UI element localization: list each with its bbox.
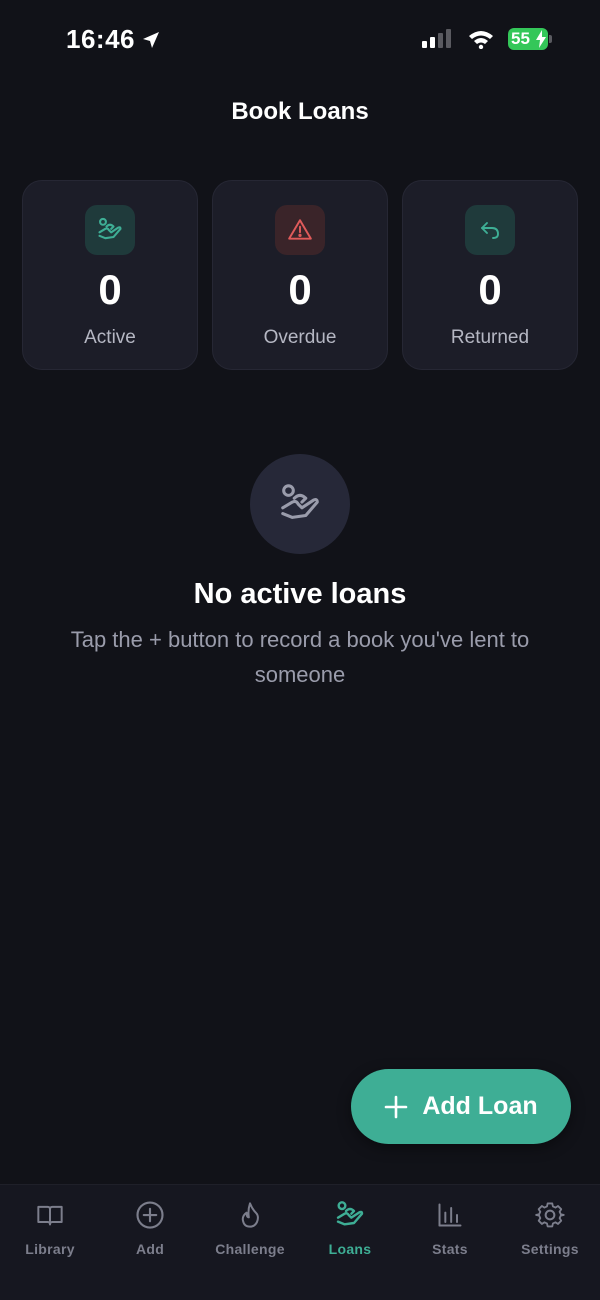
battery-level: 55	[511, 29, 530, 48]
tab-settings[interactable]: Settings	[500, 1185, 600, 1300]
stat-label: Returned	[450, 327, 530, 348]
battery-cap	[549, 35, 552, 43]
location-arrow-icon	[143, 31, 159, 48]
tab-library[interactable]: Library	[0, 1185, 100, 1300]
add-loan-label: Add Loan	[422, 1092, 538, 1120]
tab-label: Challenge	[215, 1241, 285, 1257]
warning-triangle-icon	[288, 219, 312, 240]
stat-label: Overdue	[263, 327, 337, 348]
stat-icon-container	[275, 205, 325, 255]
tab-stats[interactable]: Stats	[400, 1185, 500, 1300]
hand-heart-icon	[336, 1201, 364, 1226]
stat-card-returned: 0 Returned	[402, 180, 578, 370]
add-loan-button[interactable]: Add Loan	[351, 1069, 571, 1144]
status-time: 16:46	[66, 24, 161, 55]
tab-loans[interactable]: Loans	[300, 1185, 400, 1300]
wifi-icon	[469, 31, 493, 49]
stat-label: Active	[84, 327, 136, 348]
empty-state-title: No active loans	[193, 578, 407, 610]
empty-state-icon-circle	[250, 454, 350, 554]
tab-label: Loans	[328, 1241, 372, 1257]
stat-card-overdue: 0 Overdue	[212, 180, 388, 370]
hand-heart-icon	[98, 217, 122, 240]
book-open-icon	[37, 1205, 63, 1226]
page-title: Book Loans	[231, 98, 369, 125]
tab-label: Settings	[521, 1241, 579, 1257]
gear-icon	[535, 1202, 565, 1228]
tab-bar: Library Add Challenge Loans Stats Settin…	[0, 1184, 600, 1300]
status-indicators: 55	[422, 28, 552, 50]
charging-bolt-icon	[536, 30, 546, 48]
cellular-signal-icon	[422, 29, 451, 48]
tab-add[interactable]: Add	[100, 1185, 200, 1300]
flame-icon	[241, 1202, 259, 1228]
empty-state-description: Tap the + button to record a book you've…	[70, 627, 530, 687]
tab-label: Library	[25, 1241, 75, 1257]
status-bar: 16:46 55	[0, 0, 600, 84]
plus-circle-icon	[136, 1201, 164, 1229]
stat-value: 0	[98, 266, 122, 313]
tab-label: Add	[135, 1241, 165, 1257]
plus-icon	[385, 1095, 408, 1118]
bar-chart-icon	[438, 1203, 462, 1227]
tab-label: Stats	[432, 1241, 468, 1257]
stat-icon-container	[465, 205, 515, 255]
time-text: 16:46	[66, 24, 135, 54]
hand-heart-icon	[281, 484, 319, 519]
stat-value: 0	[288, 266, 312, 313]
tab-challenge[interactable]: Challenge	[200, 1185, 300, 1300]
stat-card-active: 0 Active	[22, 180, 198, 370]
battery-indicator: 55	[508, 28, 552, 50]
return-arrow-icon	[481, 222, 499, 239]
stat-icon-container	[85, 205, 135, 255]
stats-row: 0 Active 0 Overdue 0 Returned	[22, 180, 578, 370]
stat-value: 0	[478, 266, 502, 313]
